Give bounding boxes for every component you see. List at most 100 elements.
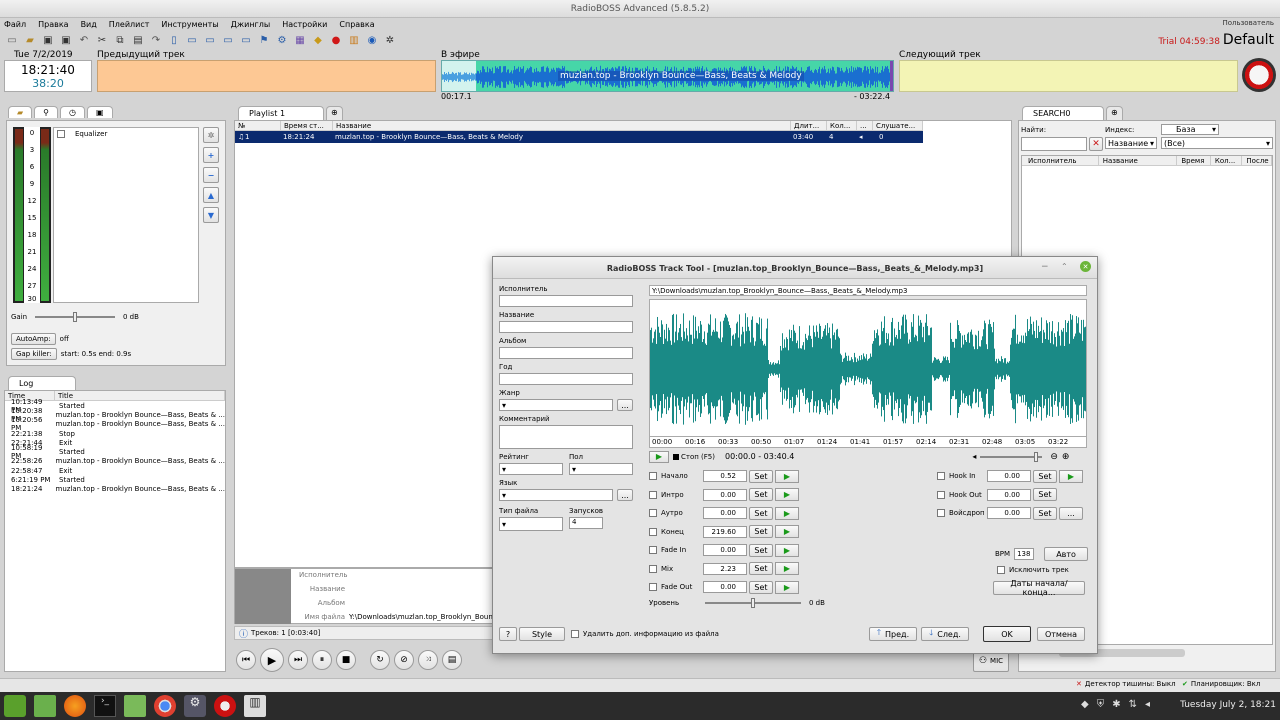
menu-view[interactable]: Вид [81, 20, 97, 29]
gender-select[interactable] [569, 463, 633, 475]
layout-2-icon[interactable]: ▭ [184, 32, 200, 48]
cut-icon[interactable]: ✂ [94, 32, 110, 48]
layout-5-icon[interactable]: ▭ [238, 32, 254, 48]
gain-slider-thumb[interactable] [73, 312, 77, 322]
exclude-checkbox[interactable] [997, 566, 1005, 574]
dialog-play-icon[interactable]: ▶ [649, 450, 669, 463]
folder-tab-icon[interactable]: ▰ [8, 106, 33, 118]
cue-checkbox[interactable] [649, 509, 657, 518]
playlist-tab[interactable]: Playlist 1 [238, 106, 324, 120]
report-icon[interactable]: ▦ [292, 32, 308, 48]
sr-col-title[interactable]: Название [1098, 156, 1178, 166]
files-icon[interactable] [124, 695, 146, 717]
level-slider-thumb[interactable] [751, 598, 755, 608]
remove-info-checkbox[interactable] [571, 630, 579, 638]
plays-input[interactable]: 4 [569, 517, 603, 529]
dialog-stop-button[interactable]: Стоп (F5) [673, 453, 715, 461]
language-select[interactable] [499, 489, 613, 501]
hook-value[interactable]: 0.00 [987, 470, 1031, 483]
cue-set-button[interactable]: Set [749, 488, 773, 502]
menu-edit[interactable]: Правка [38, 20, 68, 29]
menu-settings[interactable]: Настройки [282, 20, 327, 29]
cue-checkbox[interactable] [649, 490, 657, 499]
equalizer-item[interactable]: Equalizer [54, 128, 198, 140]
voicedrop-more-button[interactable]: ... [1059, 506, 1083, 520]
repeat-icon[interactable]: ↻ [370, 650, 390, 670]
sr-col-artist[interactable]: Исполнитель [1022, 156, 1099, 166]
cue-play-icon[interactable]: ▶ [775, 525, 799, 539]
new-playlist-tab-icon[interactable]: ⊕ [326, 106, 343, 120]
globe-icon[interactable]: ◉ [364, 32, 380, 48]
year-input[interactable] [499, 373, 633, 385]
hook-checkbox[interactable] [937, 509, 945, 518]
scheduler-status[interactable]: ✔ Планировщик: Вкл [1182, 680, 1260, 688]
cancel-button[interactable]: Отмена [1037, 627, 1085, 641]
radioboss-icon[interactable] [214, 695, 236, 717]
stop-icon[interactable]: ■ [336, 650, 356, 670]
cue-play-icon[interactable]: ▶ [775, 562, 799, 576]
genre-more-button[interactable]: ... [617, 399, 633, 411]
category-select[interactable]: (Все) [1161, 137, 1273, 149]
onair-box[interactable]: muzlan.top - Brooklyn Bounce—Bass, Beats… [441, 60, 894, 92]
cue-set-button[interactable]: Set [749, 580, 773, 594]
tray-network-icon[interactable]: ⇅ [1129, 699, 1137, 710]
cue-value[interactable]: 0.52 [703, 470, 747, 483]
prev-track-button[interactable]: 🡑 Пред. [869, 627, 917, 641]
plugin-icon[interactable]: ✲ [382, 32, 398, 48]
layout-1-icon[interactable]: ▯ [166, 32, 182, 48]
cue-set-button[interactable]: Set [749, 562, 773, 576]
index-select[interactable]: Название [1105, 137, 1157, 149]
album-input[interactable] [499, 347, 633, 359]
ads-icon[interactable]: ◆ [310, 32, 326, 48]
waveform-view[interactable] [649, 299, 1087, 437]
cue-set-button[interactable]: Set [749, 506, 773, 520]
log-col-title[interactable]: Title [55, 391, 225, 401]
layout-4-icon[interactable]: ▭ [220, 32, 236, 48]
filetype-select[interactable] [499, 517, 563, 531]
cue-value[interactable]: 0.00 [703, 507, 747, 520]
cue-value[interactable]: 0.00 [703, 488, 747, 501]
cue-set-button[interactable]: Set [749, 469, 773, 483]
cue-value[interactable]: 0.00 [703, 544, 747, 557]
hook-play-icon[interactable]: ▶ [1059, 469, 1083, 483]
stats-icon[interactable]: ▥ [346, 32, 362, 48]
pl-col-num[interactable]: № [235, 121, 281, 131]
rating-select[interactable] [499, 463, 563, 475]
hook-set-button[interactable]: Set [1033, 469, 1057, 483]
cue-checkbox[interactable] [649, 546, 657, 555]
menu-help[interactable]: Справка [339, 20, 374, 29]
scheduler-icon[interactable]: ⚑ [256, 32, 272, 48]
next-track-icon[interactable]: ⏭ [288, 650, 308, 670]
level-slider[interactable] [705, 598, 801, 608]
sr-col-last[interactable]: После [1242, 156, 1272, 166]
shuffle-icon[interactable]: ⤨ [418, 650, 438, 670]
mixer-tab-icon[interactable]: ▣ [87, 106, 113, 118]
cue-value[interactable]: 0.00 [703, 581, 747, 594]
style-button[interactable]: Style [519, 627, 565, 641]
hook-set-button[interactable]: Set [1033, 488, 1057, 502]
taskbar-clock[interactable]: Tuesday July 2, 18:21 [1180, 700, 1276, 710]
comment-input[interactable] [499, 425, 633, 449]
effect-up-icon[interactable]: ▲ [203, 187, 219, 203]
undo-icon[interactable]: ↶ [76, 32, 92, 48]
pl-col-extra[interactable]: ... [857, 121, 873, 131]
log-tab[interactable]: Log [8, 376, 76, 390]
language-more-button[interactable]: ... [617, 489, 633, 501]
new-file-icon[interactable]: ▭ [4, 32, 20, 48]
find-input[interactable] [1021, 137, 1087, 151]
new-search-tab-icon[interactable]: ⊕ [1106, 106, 1123, 120]
volume-slider-thumb[interactable] [1034, 451, 1039, 462]
cue-set-button[interactable]: Set [749, 525, 773, 539]
title-input[interactable] [499, 321, 633, 333]
tray-volume-icon[interactable]: ◂ [1145, 699, 1150, 710]
hook-checkbox[interactable] [937, 472, 945, 481]
auto-bpm-button[interactable]: Авто [1044, 547, 1089, 561]
dates-button[interactable]: Даты начала/конца... [993, 579, 1085, 597]
gapkiller-button[interactable]: Gap killer: [11, 348, 57, 360]
prev-track-icon[interactable]: ⏮ [236, 650, 256, 670]
effect-add-icon[interactable]: + [203, 147, 219, 163]
playlist-row[interactable]: ♫ 1 18:21:24 muzlan.top - Brooklyn Bounc… [235, 131, 923, 143]
bpm-input[interactable]: 138 [1014, 548, 1035, 560]
effect-down-icon[interactable]: ▼ [203, 207, 219, 223]
play-icon[interactable]: ▶ [260, 648, 284, 672]
